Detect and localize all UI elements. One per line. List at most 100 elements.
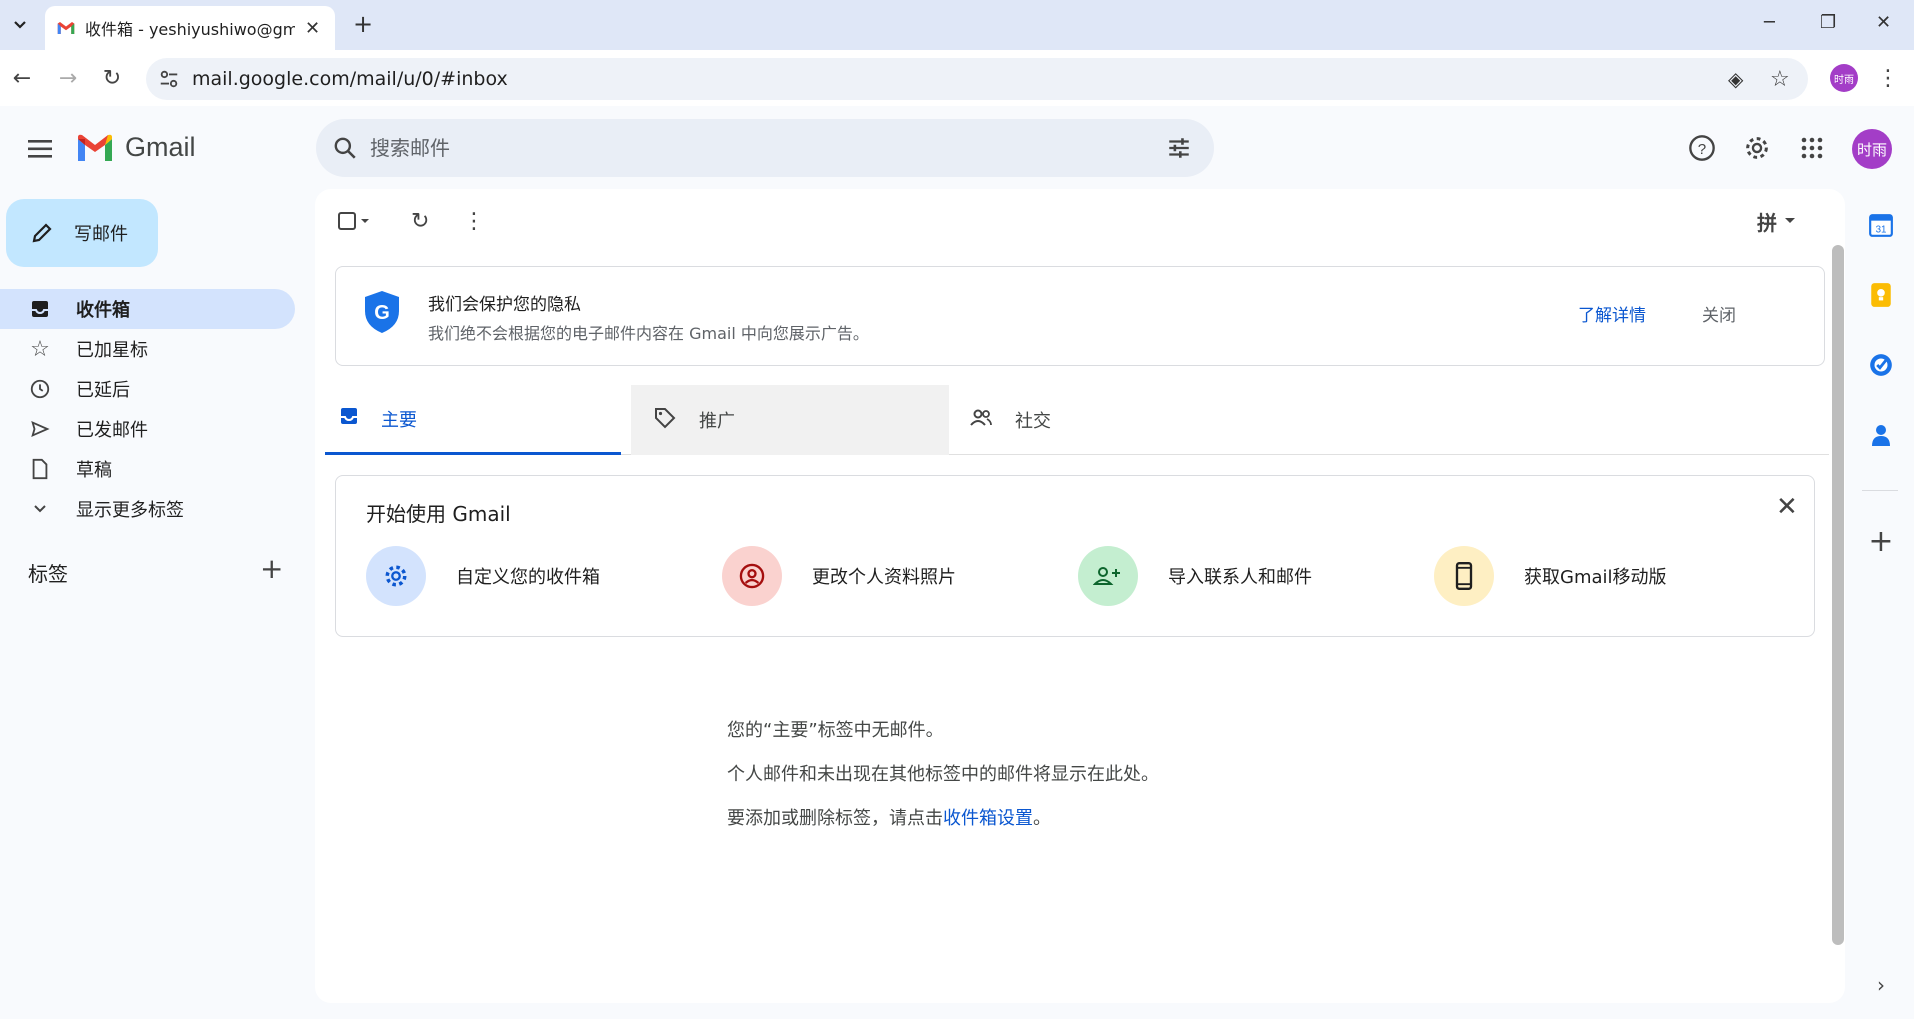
people-icon: [969, 408, 993, 433]
browser-menu-icon[interactable]: ⋮: [1870, 60, 1906, 96]
empty-line-3: 要添加或删除标签，请点击收件箱设置。: [727, 797, 1159, 841]
category-tabs: 主要 推广 社交: [325, 385, 1829, 455]
browser-profile-avatar[interactable]: 时雨: [1830, 64, 1858, 92]
svg-text:G: G: [374, 302, 390, 324]
extension-icon[interactable]: ◈: [1728, 67, 1743, 91]
sidebar-item-label: 草稿: [76, 460, 112, 481]
back-icon[interactable]: ←: [4, 60, 40, 96]
gmail-app: Gmail ? 时雨 写邮件 收件箱 ☆ 已加星标: [0, 106, 1914, 1019]
tab-label: 社交: [1015, 411, 1051, 432]
tab-search-button[interactable]: [6, 8, 34, 42]
tab-primary[interactable]: 主要: [325, 385, 621, 455]
chevron-down-icon: [28, 497, 52, 521]
site-info-icon[interactable]: [158, 68, 180, 90]
sidebar-item-label: 已加星标: [76, 340, 148, 361]
get-mobile-item[interactable]: 获取Gmail移动版: [1434, 546, 1667, 606]
star-icon: ☆: [30, 336, 50, 362]
restore-icon[interactable]: ❐: [1820, 12, 1836, 33]
sidebar-item-sent[interactable]: 已发邮件: [0, 409, 295, 449]
person-add-icon: [1078, 546, 1138, 606]
tasks-icon[interactable]: [1866, 350, 1896, 380]
forward-icon[interactable]: →: [50, 60, 86, 96]
sidebar-item-inbox[interactable]: 收件箱: [0, 289, 295, 329]
scrollbar[interactable]: [1832, 245, 1844, 945]
pencil-icon: [32, 223, 52, 243]
url-text: mail.google.com/mail/u/0/#inbox: [192, 68, 508, 90]
tab-label: 推广: [699, 411, 735, 432]
item-label: 导入联系人和邮件: [1168, 567, 1312, 588]
sidebar-item-more[interactable]: 显示更多标签: [0, 489, 295, 529]
keep-icon[interactable]: [1866, 280, 1896, 310]
gmail-favicon-icon: [57, 22, 75, 34]
item-label: 获取Gmail移动版: [1524, 567, 1667, 588]
tab-title: 收件箱 - yeshiyushiwo@gmail: [85, 20, 295, 39]
item-label: 自定义您的收件箱: [456, 567, 600, 588]
apps-grid-icon[interactable]: [1794, 130, 1830, 166]
add-addon-icon[interactable]: +: [1866, 524, 1896, 559]
compose-button[interactable]: 写邮件: [6, 199, 158, 267]
help-icon[interactable]: ?: [1684, 130, 1720, 166]
sidebar-item-starred[interactable]: ☆ 已加星标: [0, 329, 295, 369]
empty-line-3-suffix: 。: [1033, 808, 1051, 829]
privacy-banner: G 我们会保护您的隐私 我们绝不会根据您的电子邮件内容在 Gmail 中向您展示…: [335, 266, 1825, 366]
import-contacts-item[interactable]: 导入联系人和邮件: [1078, 546, 1312, 606]
browser-toolbar: ← → ↻ mail.google.com/mail/u/0/#inbox ◈ …: [0, 50, 1914, 106]
labels-heading: 标签: [28, 562, 68, 586]
bookmark-star-icon[interactable]: ☆: [1770, 67, 1790, 92]
side-panel-divider: [1862, 490, 1898, 491]
sidebar-item-drafts[interactable]: 草稿: [0, 449, 295, 489]
privacy-subtitle: 我们绝不会根据您的电子邮件内容在 Gmail 中向您展示广告。: [428, 324, 869, 343]
refresh-icon[interactable]: ↻: [411, 207, 429, 235]
sidebar-nav: 收件箱 ☆ 已加星标 已延后 已发邮件 草稿 显示更多标签: [0, 289, 295, 529]
get-started-title: 开始使用 Gmail: [366, 502, 511, 526]
sidebar-item-label: 已发邮件: [76, 420, 148, 441]
address-bar[interactable]: mail.google.com/mail/u/0/#inbox ◈ ☆: [146, 58, 1808, 100]
select-all-checkbox[interactable]: [337, 207, 373, 235]
inbox-icon: [339, 406, 359, 431]
customize-inbox-item[interactable]: 自定义您的收件箱: [366, 546, 600, 606]
settings-gear-icon[interactable]: [1739, 130, 1775, 166]
reload-icon[interactable]: ↻: [94, 60, 130, 96]
account-circle-icon: [722, 546, 782, 606]
sidebar-item-label: 收件箱: [76, 300, 130, 321]
add-label-icon[interactable]: +: [260, 552, 283, 585]
search-icon[interactable]: [332, 135, 358, 161]
privacy-close-button[interactable]: 关闭: [1702, 301, 1736, 326]
gmail-logo[interactable]: Gmail: [75, 132, 196, 163]
tab-social[interactable]: 社交: [949, 385, 1239, 455]
sidebar-item-snoozed[interactable]: 已延后: [0, 369, 295, 409]
empty-line-1: 您的“主要”标签中无邮件。: [727, 720, 944, 741]
search-input[interactable]: [370, 119, 1130, 177]
change-photo-item[interactable]: 更改个人资料照片: [722, 546, 956, 606]
sidebar-item-label: 显示更多标签: [76, 500, 184, 521]
close-icon[interactable]: ✕: [1776, 492, 1798, 522]
expand-panel-icon[interactable]: ›: [1866, 970, 1896, 1000]
search-options-icon[interactable]: [1166, 135, 1192, 161]
mail-list-panel: ↻ ⋮ 拼 G 我们会保护您的隐私 我们绝不会根据您的电子邮件内容在 Gmail…: [315, 189, 1845, 1003]
more-options-icon[interactable]: ⋮: [463, 207, 485, 235]
compose-label: 写邮件: [74, 224, 128, 245]
browser-tab[interactable]: 收件箱 - yeshiyushiwo@gmail ✕: [45, 6, 335, 50]
tab-label: 主要: [381, 409, 417, 431]
tag-icon: [653, 406, 677, 435]
empty-line-3-prefix: 要添加或删除标签，请点击: [727, 808, 943, 829]
inbox-icon: [28, 297, 52, 321]
minimize-icon[interactable]: ─: [1764, 12, 1775, 33]
contacts-icon[interactable]: [1866, 420, 1896, 450]
search-bar[interactable]: [316, 119, 1214, 177]
item-label: 更改个人资料照片: [812, 567, 956, 588]
chevron-down-icon: [14, 21, 26, 29]
new-tab-button[interactable]: +: [348, 10, 378, 40]
main-menu-icon[interactable]: [22, 134, 58, 164]
input-tools-button[interactable]: 拼: [1757, 207, 1797, 235]
shield-icon: G: [365, 291, 399, 333]
tab-close-icon[interactable]: ✕: [305, 18, 320, 39]
gear-icon: [366, 546, 426, 606]
window-close-icon[interactable]: ✕: [1876, 12, 1891, 33]
input-tool-label: 拼: [1757, 210, 1777, 235]
account-avatar[interactable]: 时雨: [1852, 129, 1892, 169]
tab-promotions[interactable]: 推广: [631, 385, 949, 455]
calendar-icon[interactable]: 31: [1866, 210, 1896, 240]
inbox-settings-link[interactable]: 收件箱设置: [943, 808, 1033, 829]
learn-more-link[interactable]: 了解详情: [1578, 301, 1646, 326]
